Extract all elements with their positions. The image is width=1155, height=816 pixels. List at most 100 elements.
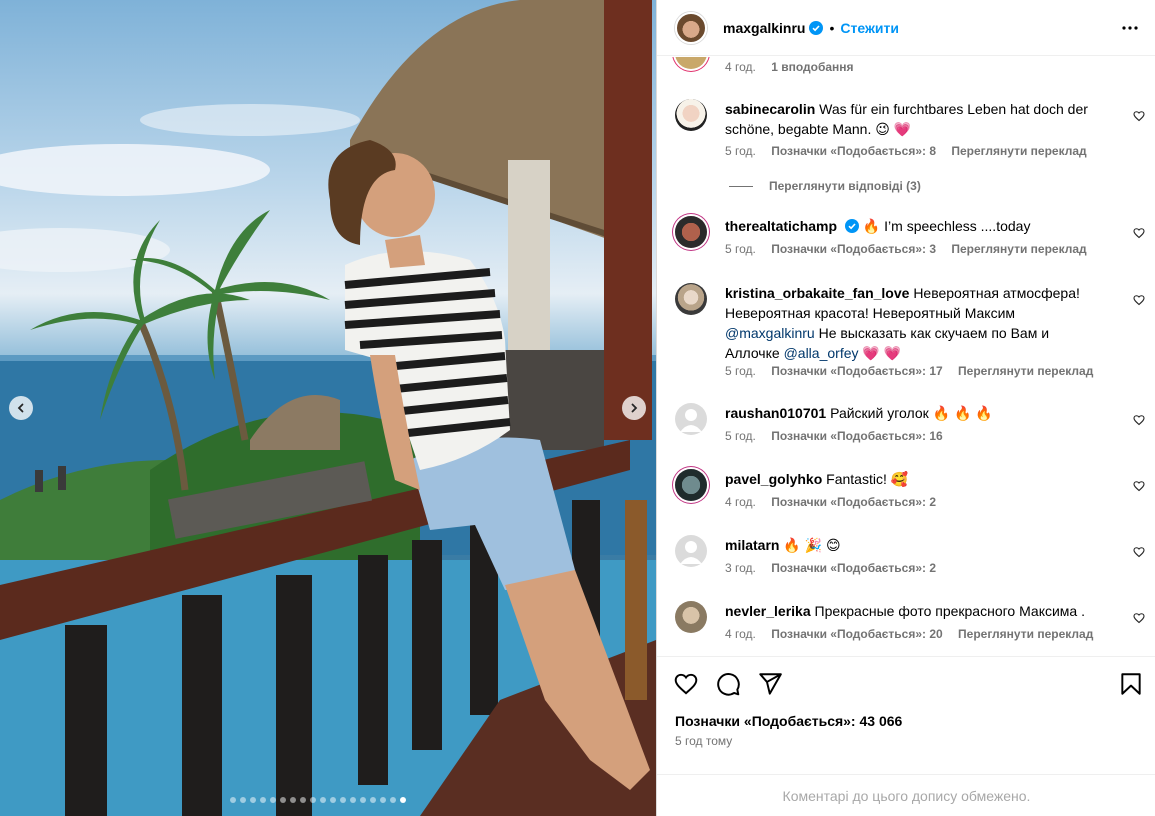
carousel-dot [340, 797, 346, 803]
carousel-dot [310, 797, 316, 803]
comments-list: 4 год. 1 вподобання sabinecarolin Was fü… [657, 57, 1155, 655]
comment-meta: 5 год. Позначки «Подобається»: 17 Перегл… [725, 364, 1105, 378]
carousel-dot [380, 797, 386, 803]
mention-link[interactable]: @alla_orfey [784, 345, 859, 361]
comment-likes[interactable]: Позначки «Подобається»: 16 [771, 429, 942, 443]
share-icon[interactable] [757, 671, 783, 697]
comment-avatar[interactable] [675, 403, 707, 435]
author-avatar[interactable] [675, 11, 707, 44]
more-icon[interactable] [1121, 19, 1139, 37]
comment-meta: 5 год. Позначки «Подобається»: 3 Перегля… [725, 242, 1099, 256]
comment-meta: 3 год. Позначки «Подобається»: 2 [725, 561, 948, 575]
separator-dot: • [829, 19, 835, 36]
carousel-prev-button[interactable] [9, 396, 33, 420]
comment-avatar[interactable] [675, 601, 707, 633]
carousel-dot [390, 797, 396, 803]
comment-avatar[interactable] [675, 99, 707, 131]
comment-time: 4 год. [725, 627, 756, 641]
comment-time: 4 год. [725, 495, 756, 509]
comment-text-c: 💗 💗 [862, 345, 902, 361]
comment-body: nevler_lerika Прекрасные фото прекрасног… [725, 601, 1105, 621]
author-username[interactable]: maxgalkinru [723, 20, 805, 36]
comment-likes[interactable]: Позначки «Подобається»: 2 [771, 561, 936, 575]
carousel-dot [280, 797, 286, 803]
carousel-indicator [230, 797, 406, 803]
comment-time: 5 год. [725, 364, 756, 378]
comment-meta: 5 год. Позначки «Подобається»: 8 Перегля… [725, 144, 1099, 158]
carousel-dot [250, 797, 256, 803]
translate-link[interactable]: Переглянути переклад [951, 144, 1086, 158]
chevron-left-icon [16, 403, 26, 413]
comment-avatar[interactable] [675, 216, 707, 248]
comment-likes[interactable]: Позначки «Подобається»: 20 [771, 627, 942, 641]
replies-divider [729, 185, 753, 187]
carousel-dot [330, 797, 336, 803]
bookmark-icon[interactable] [1118, 671, 1144, 697]
heart-icon[interactable] [1133, 479, 1145, 492]
heart-icon[interactable] [1133, 226, 1145, 239]
comment-likes[interactable]: Позначки «Подобається»: 3 [771, 242, 936, 256]
carousel-dot [350, 797, 356, 803]
carousel-dot [370, 797, 376, 803]
comment-avatar[interactable] [675, 469, 707, 501]
comment-likes[interactable]: Позначки «Подобається»: 8 [771, 144, 936, 158]
comment-time: 5 год. [725, 429, 756, 443]
comment-body: therealtatichamp 🔥 I’m speechless ....to… [725, 216, 1105, 236]
comment-avatar[interactable] [675, 57, 707, 69]
verified-icon [844, 219, 859, 233]
comment-username[interactable]: therealtatichamp [725, 218, 837, 234]
carousel-dot [230, 797, 236, 803]
comment-likes[interactable]: 1 вподобання [771, 60, 853, 74]
comment-icon[interactable] [715, 671, 741, 697]
translate-link[interactable]: Переглянути переклад [951, 242, 1086, 256]
comments-limited-notice: Коментарі до цього допису обмежено. [657, 774, 1155, 816]
comment-body: pavel_golyhko Fantastic! 🥰 [725, 469, 1105, 489]
comment-username[interactable]: milatarn [725, 537, 779, 553]
comment-text: 🔥 🎉 😊 [783, 537, 841, 553]
comment-meta: 4 год. 1 вподобання [725, 60, 866, 74]
heart-icon[interactable] [1133, 545, 1145, 558]
likes-count[interactable]: Позначки «Подобається»: 43 066 [675, 713, 902, 729]
heart-icon[interactable] [673, 671, 699, 697]
carousel-dot [320, 797, 326, 803]
comment-body: kristina_orbakaite_fan_love Невероятная … [725, 283, 1105, 363]
chevron-right-icon [629, 403, 639, 413]
comment-username[interactable]: sabinecarolin [725, 101, 815, 117]
comment-meta: 4 год. Позначки «Подобається»: 2 [725, 495, 948, 509]
post-header: maxgalkinru • Стежити [657, 0, 1155, 56]
photo-scene [0, 0, 656, 816]
carousel-dot [300, 797, 306, 803]
comment-text: Райский уголок 🔥 🔥 🔥 [830, 405, 993, 421]
comment-text: Fantastic! 🥰 [826, 471, 909, 487]
carousel-dot [400, 797, 406, 803]
comment-username[interactable]: kristina_orbakaite_fan_love [725, 285, 909, 301]
post-panel: maxgalkinru • Стежити 4 год. 1 вподобанн… [656, 0, 1155, 816]
heart-icon[interactable] [1133, 293, 1145, 306]
comment-avatar[interactable] [675, 535, 707, 567]
comment-avatar[interactable] [675, 283, 707, 315]
translate-link[interactable]: Переглянути переклад [958, 627, 1093, 641]
comment-username[interactable]: nevler_lerika [725, 603, 811, 619]
mention-link[interactable]: @maxgalkinru [725, 325, 815, 341]
translate-link[interactable]: Переглянути переклад [958, 364, 1093, 378]
comment-time: 3 год. [725, 561, 756, 575]
comment-text: 🔥 I’m speechless ....today [862, 218, 1031, 234]
verified-icon [809, 20, 824, 35]
comment-likes[interactable]: Позначки «Подобається»: 2 [771, 495, 936, 509]
heart-icon[interactable] [1133, 413, 1145, 426]
follow-button[interactable]: Стежити [840, 20, 899, 36]
comment-body: milatarn 🔥 🎉 😊 [725, 535, 1105, 555]
comment-text: Прекрасные фото прекрасного Максима . [814, 603, 1085, 619]
heart-icon[interactable] [1133, 109, 1145, 122]
comment-meta: 4 год. Позначки «Подобається»: 20 Перегл… [725, 627, 1105, 641]
comment-likes[interactable]: Позначки «Подобається»: 17 [771, 364, 942, 378]
comment-username[interactable]: raushan010701 [725, 405, 826, 421]
carousel-dot [240, 797, 246, 803]
comment-body: sabinecarolin Was für ein furchtbares Le… [725, 99, 1105, 139]
carousel-dot [360, 797, 366, 803]
carousel-next-button[interactable] [622, 396, 646, 420]
comment-username[interactable]: pavel_golyhko [725, 471, 822, 487]
view-replies-button[interactable]: Переглянути відповіді (3) [729, 179, 921, 193]
post-time: 5 год тому [675, 734, 733, 748]
heart-icon[interactable] [1133, 611, 1145, 624]
